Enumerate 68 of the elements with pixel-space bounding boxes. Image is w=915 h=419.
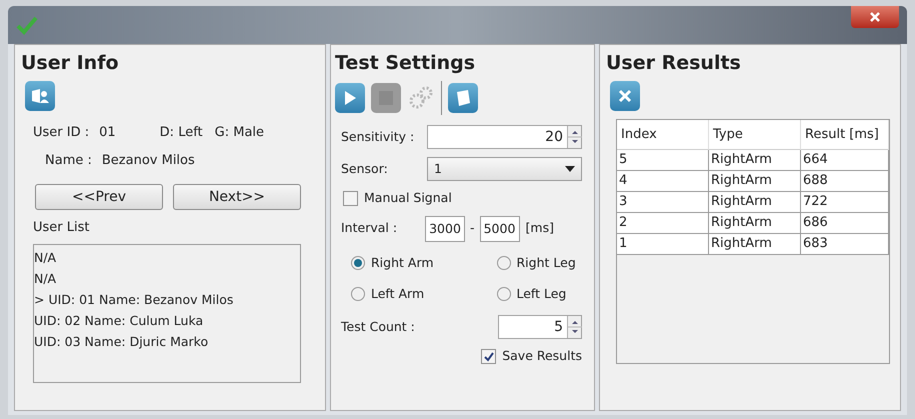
checkbox[interactable] [481,349,496,364]
radio-label: Left Arm [371,284,424,302]
close-icon [869,11,881,23]
spin-box[interactable]: 5 [498,315,582,340]
prev-button[interactable]: <<Prev [35,184,163,210]
table-cell: 2 [617,213,709,233]
field-label: Name : [45,152,92,170]
unit-label: [ms] [526,219,554,238]
field-label: Sensor: [341,160,389,178]
table-cell: RightArm [709,192,801,212]
name-value: Bezanov Milos [102,152,195,170]
checkbox-label: Manual Signal [364,189,452,207]
table-cell: 4 [617,171,709,191]
user-list-item[interactable]: UID: 03 Name: Djuric Marko [34,330,300,352]
field-label: Sensitivity : [341,128,416,146]
radio-label: Right Leg [516,254,576,272]
spin-box[interactable]: 20 [427,125,582,149]
table-cell: 1 [617,234,709,254]
table-cell: RightArm [709,171,801,191]
start-button[interactable] [335,83,365,113]
close-button[interactable] [851,6,899,28]
sensor-dropdown[interactable]: 1 [427,157,582,181]
field-label: User ID : [33,124,90,142]
user-list-item[interactable]: N/A [34,246,300,268]
checkbox-label: Save Results [502,347,582,366]
user-edit-button[interactable] [25,81,55,111]
interval-from-field[interactable]: 3000 [425,216,465,242]
field-label: Test Count : [341,318,415,336]
table-cell: RightArm [709,213,801,233]
table-cell: RightArm [709,234,801,254]
radio-button[interactable] [496,286,510,301]
panel-title: Test Settings [335,51,476,75]
panel-title: User Info [21,51,120,75]
table-cell: 664 [801,150,889,170]
delete-button[interactable] [610,81,640,111]
radio-button[interactable] [496,256,510,270]
radio-label: Right Arm [371,254,434,272]
gender-value: G: Male [214,124,264,142]
user-list-item[interactable]: N/A [34,268,300,288]
play-icon [343,90,357,106]
panel-title: User Results [606,51,742,75]
table-cell: 686 [801,213,889,233]
radio-button[interactable] [351,286,365,301]
table-cell: 688 [801,171,889,191]
radio-button[interactable] [351,256,365,270]
user-list-item[interactable]: UID: 02 Name: Culum Luka [34,310,300,330]
spinner-arrows-icon[interactable] [567,126,581,148]
user-card-icon [30,87,50,105]
checkbox[interactable] [343,190,358,206]
close-icon [618,89,632,103]
notes-button[interactable] [448,83,478,113]
interval-to-field[interactable]: 5000 [480,216,520,242]
spinner-arrows-icon[interactable] [567,316,581,338]
list-label: User List [33,219,90,237]
radio-label: Left Leg [516,284,566,303]
dominance-value: D: Left [160,124,203,142]
table-cell: 3 [617,192,709,212]
dropdown-arrow-icon [565,166,575,172]
next-button[interactable]: Next>> [173,184,301,210]
user-list-item[interactable]: > UID: 01 Name: Bezanov Milos [34,288,300,310]
checkmark-icon [16,14,38,36]
user-id-value: 01 [99,124,116,142]
table-cell: 683 [801,234,889,254]
table-cell: RightArm [709,150,801,170]
table-cell: 5 [617,150,709,170]
dash-separator: - [470,219,475,238]
field-label: Interval : [341,219,398,238]
table-cell: 722 [801,192,889,212]
